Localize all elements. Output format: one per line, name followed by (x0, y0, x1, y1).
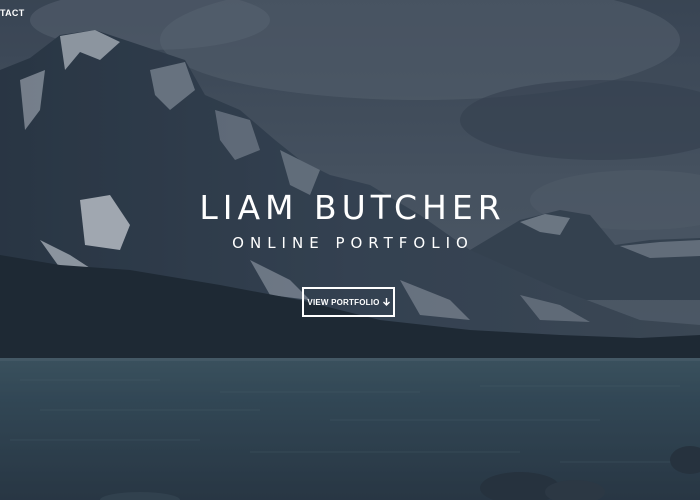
view-portfolio-label: VIEW PORTFOLIO (307, 297, 380, 307)
hero-text-block: LIAM BUTCHER ONLINE PORTFOLIO (0, 188, 700, 254)
view-portfolio-button[interactable]: VIEW PORTFOLIO (302, 287, 395, 317)
hero-section: TACT LIAM BUTCHER ONLINE PORTFOLIO VIEW … (0, 0, 700, 500)
hero-title: LIAM BUTCHER (199, 188, 506, 227)
nav-link-contact[interactable]: TACT (0, 8, 25, 18)
arrow-down-icon (382, 298, 390, 306)
hero-subtitle: ONLINE PORTFOLIO (232, 234, 474, 252)
